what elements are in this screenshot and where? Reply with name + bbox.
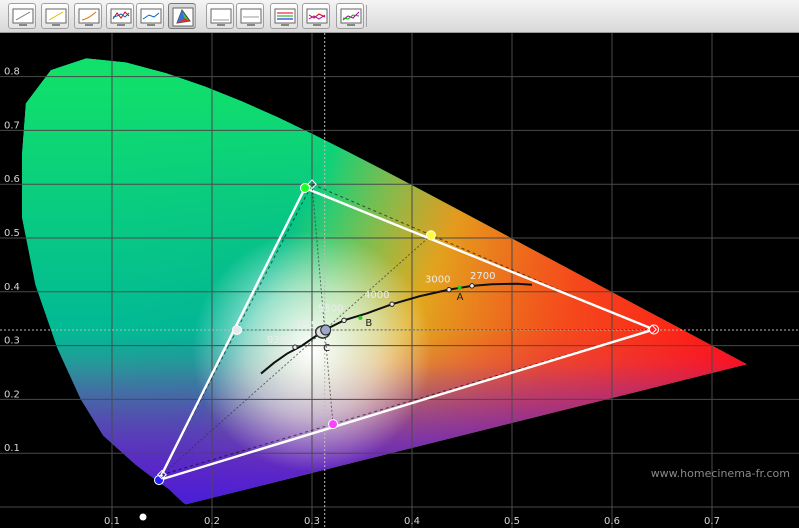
toolbar-button-display-color-temp[interactable] [136,3,164,29]
toolbar [0,0,799,33]
cct-marker [341,317,347,324]
cct-marker [389,301,395,307]
illuminant-marker [457,285,462,290]
illuminant-label: B [365,318,372,329]
cie-chromaticity-chart: 0.1 0.2 0.3 0.4 0.5 0.6 0.7 0.1 0.2 0.3 0.4 0.5 0.6 0… [0,33,799,528]
cct-label: D65 [297,320,317,331]
y-tick-label: 0.2 [4,389,20,400]
x-tick-label: 0.1 [104,516,120,527]
y-tick-label: 0.1 [4,443,20,454]
cursor-dot [139,513,147,521]
secondary-cyan-point [232,324,242,335]
toolbar-button-display-gamma-curve[interactable] [74,3,102,29]
y-tick-label: 0.5 [4,228,20,239]
cct-marker [469,283,475,289]
x-tick-label: 0.3 [304,516,320,527]
illuminant-label: C [323,343,330,354]
secondary-yellow-point [426,230,436,241]
toolbar-button-display-near-black[interactable] [270,3,298,29]
x-tick-label: 0.7 [704,516,720,527]
white-point-target [320,324,332,336]
y-tick-label: 0.8 [4,67,20,78]
x-tick-label: 0.5 [504,516,520,527]
x-tick-label: 0.2 [204,516,220,527]
x-tick-label: 0.6 [604,516,620,527]
y-tick-label: 0.4 [4,282,20,293]
cct-label: 4000 [364,290,389,301]
cct-label: 3000 [425,275,450,286]
illuminant-label: A [457,292,464,303]
toolbar-button-display-near-white[interactable] [302,3,330,29]
toolbar-button-display-luminance[interactable] [206,3,234,29]
toolbar-button-display-measures[interactable] [336,3,364,29]
toolbar-separator [366,5,367,27]
y-tick-label: 0.6 [4,174,20,185]
toolbar-button-display-gamma[interactable] [41,3,69,29]
toolbar-button-display-saturation[interactable] [236,3,264,29]
y-tick-label: 0.3 [4,336,20,347]
cct-label: 9300 [267,335,292,346]
toolbar-button-cie-diagram[interactable] [168,3,196,29]
toolbar-button-display-rgb-levels[interactable] [106,3,134,29]
cct-label: 2700 [470,271,495,282]
toolbar-separator [195,5,196,27]
measured-blue-point [154,475,164,486]
toolbar-button-display-grayscale[interactable] [8,3,36,29]
spectral-locus [22,58,747,505]
cct-marker [446,286,452,293]
cct-marker [292,344,298,350]
illuminant-marker [358,315,363,320]
secondary-magenta-point [328,419,338,430]
watermark: www.homecinema-fr.com [651,467,790,480]
x-tick-label: 0.4 [404,516,420,527]
cct-label: 5500 [318,303,343,314]
y-tick-label: 0.7 [4,120,20,131]
